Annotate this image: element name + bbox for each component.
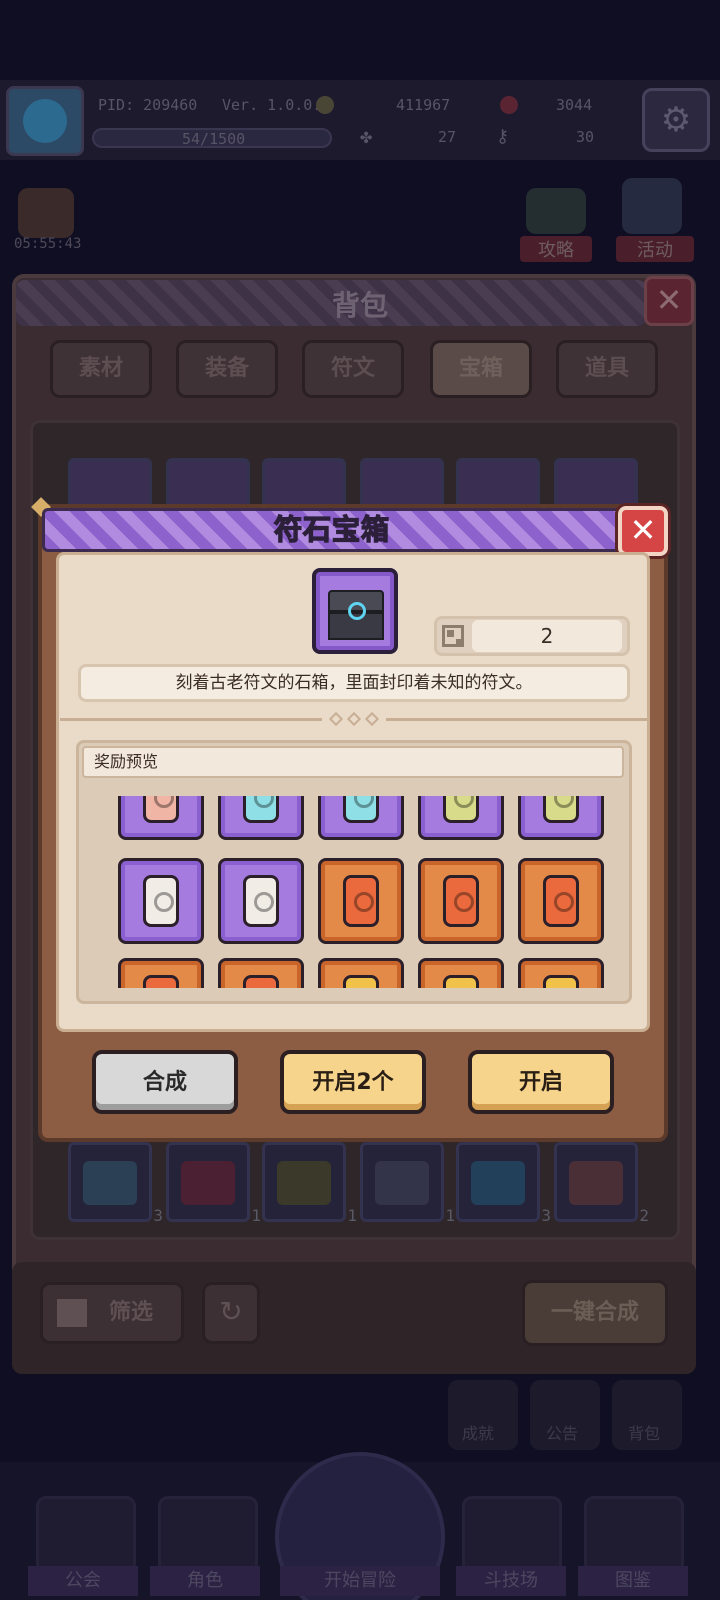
nav-guild[interactable]: 公会 [28,1566,138,1596]
reward-item[interactable] [218,858,304,944]
reward-item[interactable] [118,796,204,840]
player-id: PID: 209460 [98,96,198,114]
item-description: 刻着古老符文的石箱，里面封印着未知的符文。 [78,664,630,702]
coin-icon [316,96,334,114]
refresh-icon[interactable]: ↻ [202,1282,260,1344]
grid-icon [57,1299,87,1327]
settings-gear-icon[interactable]: ⚙ [642,88,710,152]
strategy-icon[interactable] [526,188,586,234]
event-label[interactable]: 活动 [616,236,694,262]
gem-amount: 3044 [556,96,593,114]
key-amount: 30 [576,128,595,146]
dialog-title: 符石宝箱 [273,512,390,546]
nav-codex[interactable]: 图鉴 [578,1566,688,1596]
filter-button[interactable]: 筛选 [40,1282,184,1344]
tab-items[interactable]: 道具 [556,340,658,398]
open-multiple-button[interactable]: 开启2个 [280,1050,426,1114]
tab-equipment[interactable]: 装备 [176,340,278,398]
reward-item[interactable] [318,858,404,944]
inventory-slot[interactable]: 2 [554,1142,649,1225]
clover-amount: 27 [438,128,457,146]
inventory-icon [442,625,464,647]
rune-chest-icon [312,568,398,654]
reward-item[interactable] [218,796,304,840]
event-timer: 05:55:43 [14,236,82,252]
merge-button[interactable]: 合成 [92,1050,238,1114]
backpack-close-icon[interactable]: ✕ [644,276,694,326]
item-count: 1 [347,1206,357,1225]
item-count: 3 [541,1206,551,1225]
item-count: 1 [251,1206,261,1225]
stamina-value: 54/1500 [182,130,246,148]
reward-item[interactable] [318,796,404,840]
tab-chests[interactable]: 宝箱 [430,340,532,398]
tab-runes[interactable]: 符文 [302,340,404,398]
key-icon: ⚷ [496,126,510,147]
reward-item[interactable] [518,858,604,944]
gift-icon[interactable] [18,188,74,238]
merge-all-button[interactable]: 一键合成 [522,1280,668,1346]
reward-item[interactable] [218,958,304,988]
game-screen: PID: 209460 Ver. 1.0.0.3 411967 3044 54/… [0,0,720,1600]
close-icon[interactable]: ✕ [618,506,668,556]
divider-ornament [322,711,386,727]
gem-icon [500,96,518,114]
open-button[interactable]: 开启 [468,1050,614,1114]
filter-label: 筛选 [109,1300,154,1325]
reward-list[interactable] [114,796,610,988]
clover-icon: ✤ [360,124,373,148]
top-hud [0,80,720,160]
reward-preview-label: 奖励预览 [82,746,624,778]
gold-amount: 411967 [396,96,451,114]
owned-count: 2 [472,620,622,652]
game-version: Ver. 1.0.0.3 [222,96,331,114]
tab-materials[interactable]: 素材 [50,340,152,398]
inventory-slot[interactable]: 1 [360,1142,455,1225]
strategy-label[interactable]: 攻略 [520,236,592,262]
reward-item[interactable] [418,858,504,944]
reward-item[interactable] [418,796,504,840]
inventory-slot[interactable]: 3 [68,1142,163,1225]
reward-item[interactable] [518,958,604,988]
inventory-slot[interactable]: 1 [262,1142,357,1225]
reward-item[interactable] [318,958,404,988]
nav-adventure[interactable]: 开始冒险 [280,1566,440,1596]
nav-character[interactable]: 角色 [150,1566,260,1596]
achievement-label: 成就 [462,1424,495,1443]
inventory-slot[interactable]: 1 [166,1142,261,1225]
reward-item[interactable] [518,796,604,840]
notice-label: 公告 [546,1424,579,1443]
reward-item[interactable] [418,958,504,988]
bag-label: 背包 [628,1424,661,1443]
player-avatar[interactable] [6,86,84,156]
backpack-title: 背包 [331,289,388,322]
reward-item[interactable] [118,958,204,988]
item-count: 2 [639,1206,649,1225]
inventory-slot[interactable]: 3 [456,1142,551,1225]
balloon-icon[interactable] [622,178,682,234]
item-count: 3 [153,1206,163,1225]
nav-arena[interactable]: 斗技场 [456,1566,566,1596]
item-count: 1 [445,1206,455,1225]
reward-item[interactable] [118,858,204,944]
